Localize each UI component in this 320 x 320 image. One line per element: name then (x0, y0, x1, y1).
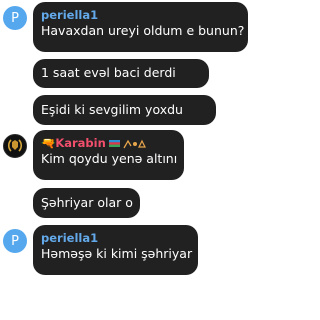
message-bubble[interactable]: Şəhriyar olar o (33, 188, 140, 218)
azerbaijan-flag-icon (108, 140, 120, 147)
message-bubble[interactable]: 🔫Karabin Kim qoydu yenə altını (33, 130, 184, 180)
user-avatar[interactable]: P (3, 6, 27, 30)
message-bubble[interactable]: Eşidi ki sevgilim yoxdu (33, 95, 216, 125)
wreath-emblem-icon[interactable] (3, 134, 27, 158)
message-bubble[interactable]: periella1 Havaxdan ureyi oldum e bunun? (33, 2, 248, 52)
message-text: Şəhriyar olar o (41, 195, 133, 210)
avatar-letter: P (11, 10, 19, 26)
user-avatar[interactable]: P (3, 229, 27, 253)
message-bubble[interactable]: periella1 Həməşə ki kimi şəhriyar (33, 225, 198, 275)
chat-view: P periella1 Havaxdan ureyi oldum e bunun… (0, 0, 251, 320)
message-bubble[interactable]: 1 saat evəl baci derdi (33, 59, 209, 88)
sender-name[interactable]: periella1 (41, 231, 190, 245)
sparkle-emoji-icon (123, 139, 146, 148)
message-text: Kim qoydu yenə altını (41, 151, 178, 166)
message-text: Havaxdan ureyi oldum e bunun? (41, 23, 245, 38)
message-text: Həməşə ki kimi şəhriyar (41, 246, 193, 261)
wreath-emblem-icon (7, 139, 23, 152)
message-text: 1 saat evəl baci derdi (41, 65, 176, 80)
sender-name[interactable]: periella1 (41, 8, 240, 22)
message-text: Eşidi ki sevgilim yoxdu (41, 102, 183, 117)
avatar-letter: P (11, 233, 19, 249)
sender-name-row: 🔫Karabin (41, 136, 176, 150)
sender-name[interactable]: 🔫Karabin (41, 136, 106, 150)
